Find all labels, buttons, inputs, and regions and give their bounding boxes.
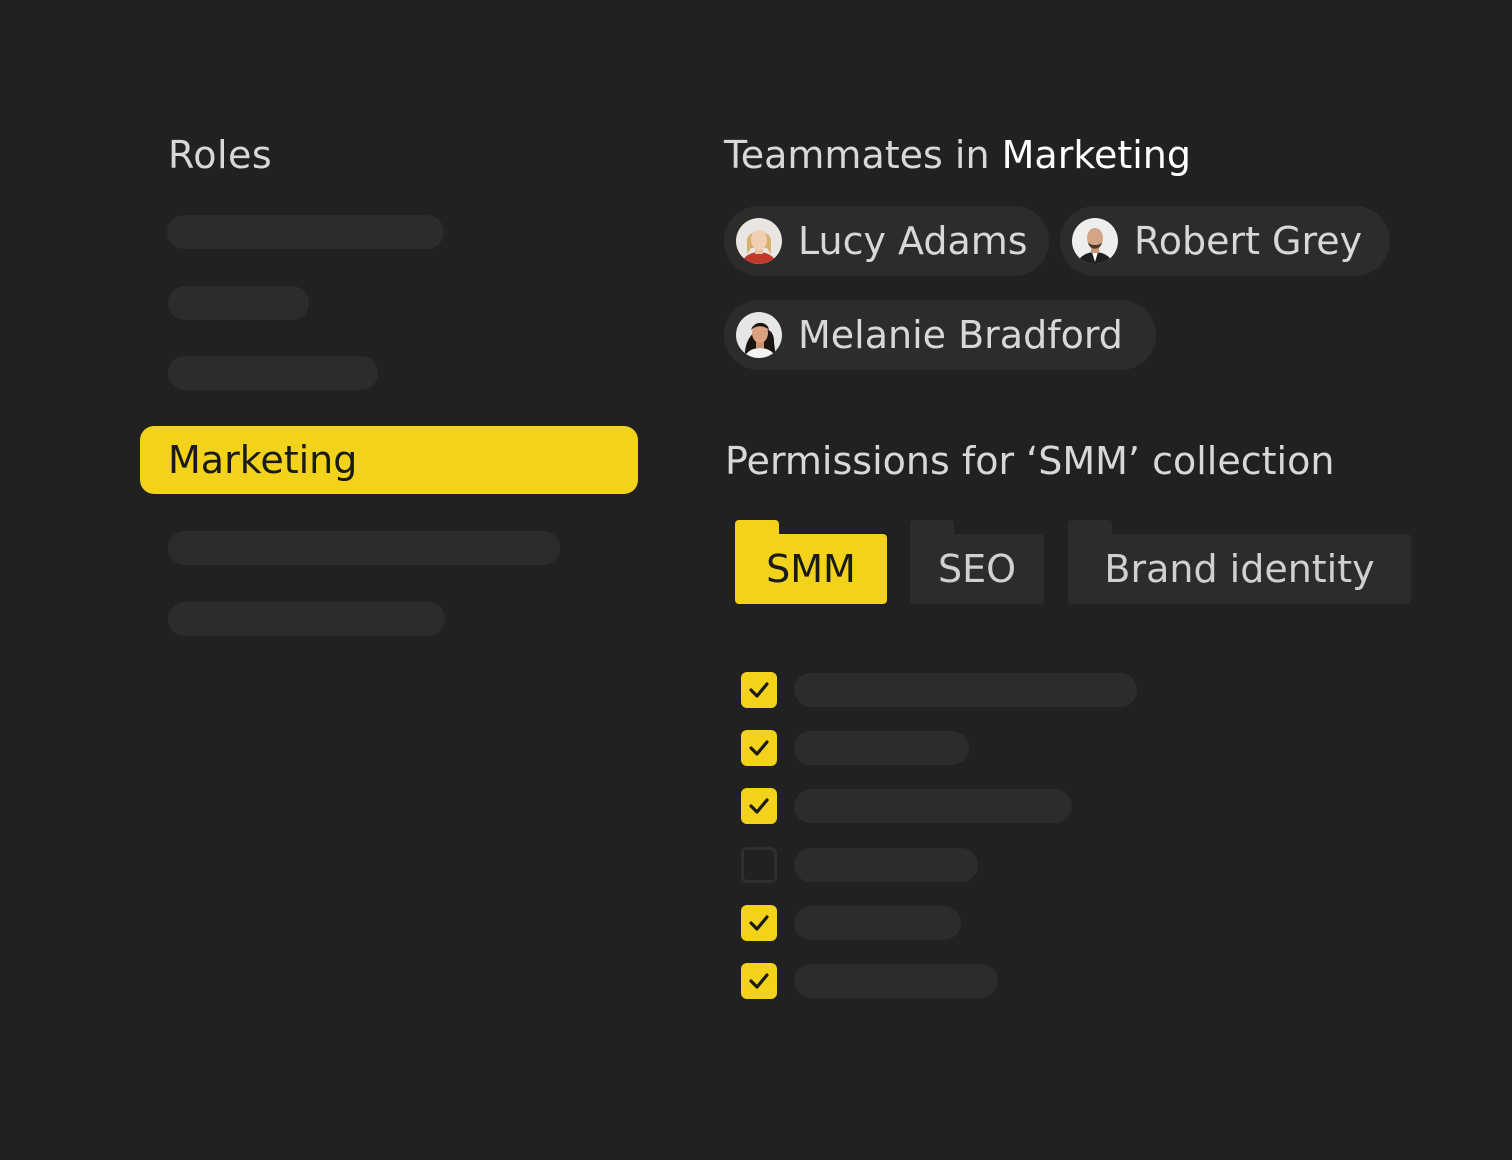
tab-brand-identity[interactable]: Brand identity xyxy=(1068,520,1411,604)
teammates-heading: Teammates in Marketing xyxy=(724,130,1191,180)
tab-body: SMM xyxy=(735,534,887,604)
permission-checkbox[interactable] xyxy=(741,847,777,883)
permissions-heading: Permissions for ‘SMM’ collection xyxy=(725,439,1335,483)
permission-placeholder xyxy=(794,731,969,765)
permission-checkbox[interactable] xyxy=(741,730,777,766)
permission-placeholder xyxy=(794,964,998,998)
avatar xyxy=(736,312,782,358)
role-item-selected[interactable]: Marketing xyxy=(140,426,638,494)
checkmark-icon xyxy=(749,682,769,698)
role-placeholder[interactable] xyxy=(168,356,378,390)
tab-body: Brand identity xyxy=(1068,534,1411,604)
teammate-chip[interactable]: Robert Grey xyxy=(1060,206,1390,276)
permission-checkbox[interactable] xyxy=(741,905,777,941)
teammate-chip[interactable]: Lucy Adams xyxy=(724,206,1049,276)
checkmark-icon xyxy=(749,973,769,989)
role-placeholder[interactable] xyxy=(168,602,445,636)
role-placeholder[interactable] xyxy=(168,531,560,565)
tab-body: SEO xyxy=(910,534,1044,604)
teammates-heading-prefix: Teammates in xyxy=(724,133,1002,177)
teammates-heading-role: Marketing xyxy=(1001,133,1192,177)
permission-checkbox[interactable] xyxy=(741,788,777,824)
teammate-chip[interactable]: Melanie Bradford xyxy=(724,300,1156,370)
tab-label: SMM xyxy=(766,547,856,591)
avatar xyxy=(736,218,782,264)
role-placeholder[interactable] xyxy=(167,215,444,249)
avatar xyxy=(1072,218,1118,264)
permission-placeholder xyxy=(794,673,1137,707)
tab-label: Brand identity xyxy=(1104,547,1375,591)
permission-placeholder xyxy=(794,789,1072,823)
role-placeholder[interactable] xyxy=(168,286,309,320)
role-item-label: Marketing xyxy=(168,438,358,482)
checkmark-icon xyxy=(749,915,769,931)
teammate-name: Robert Grey xyxy=(1134,219,1363,263)
permission-placeholder xyxy=(794,906,961,940)
tab-label: SEO xyxy=(937,547,1017,591)
tab-seo[interactable]: SEO xyxy=(910,520,1044,604)
teammate-name: Melanie Bradford xyxy=(798,313,1123,357)
permission-placeholder xyxy=(794,848,978,882)
permission-checkbox[interactable] xyxy=(741,672,777,708)
roles-heading: Roles xyxy=(168,133,273,177)
tab-smm[interactable]: SMM xyxy=(735,520,887,604)
checkmark-icon xyxy=(749,798,769,814)
permission-checkbox[interactable] xyxy=(741,963,777,999)
teammate-name: Lucy Adams xyxy=(798,219,1028,263)
checkmark-icon xyxy=(749,740,769,756)
permissions-panel: Roles Marketing Teammates in Marketing L… xyxy=(0,0,1512,1160)
